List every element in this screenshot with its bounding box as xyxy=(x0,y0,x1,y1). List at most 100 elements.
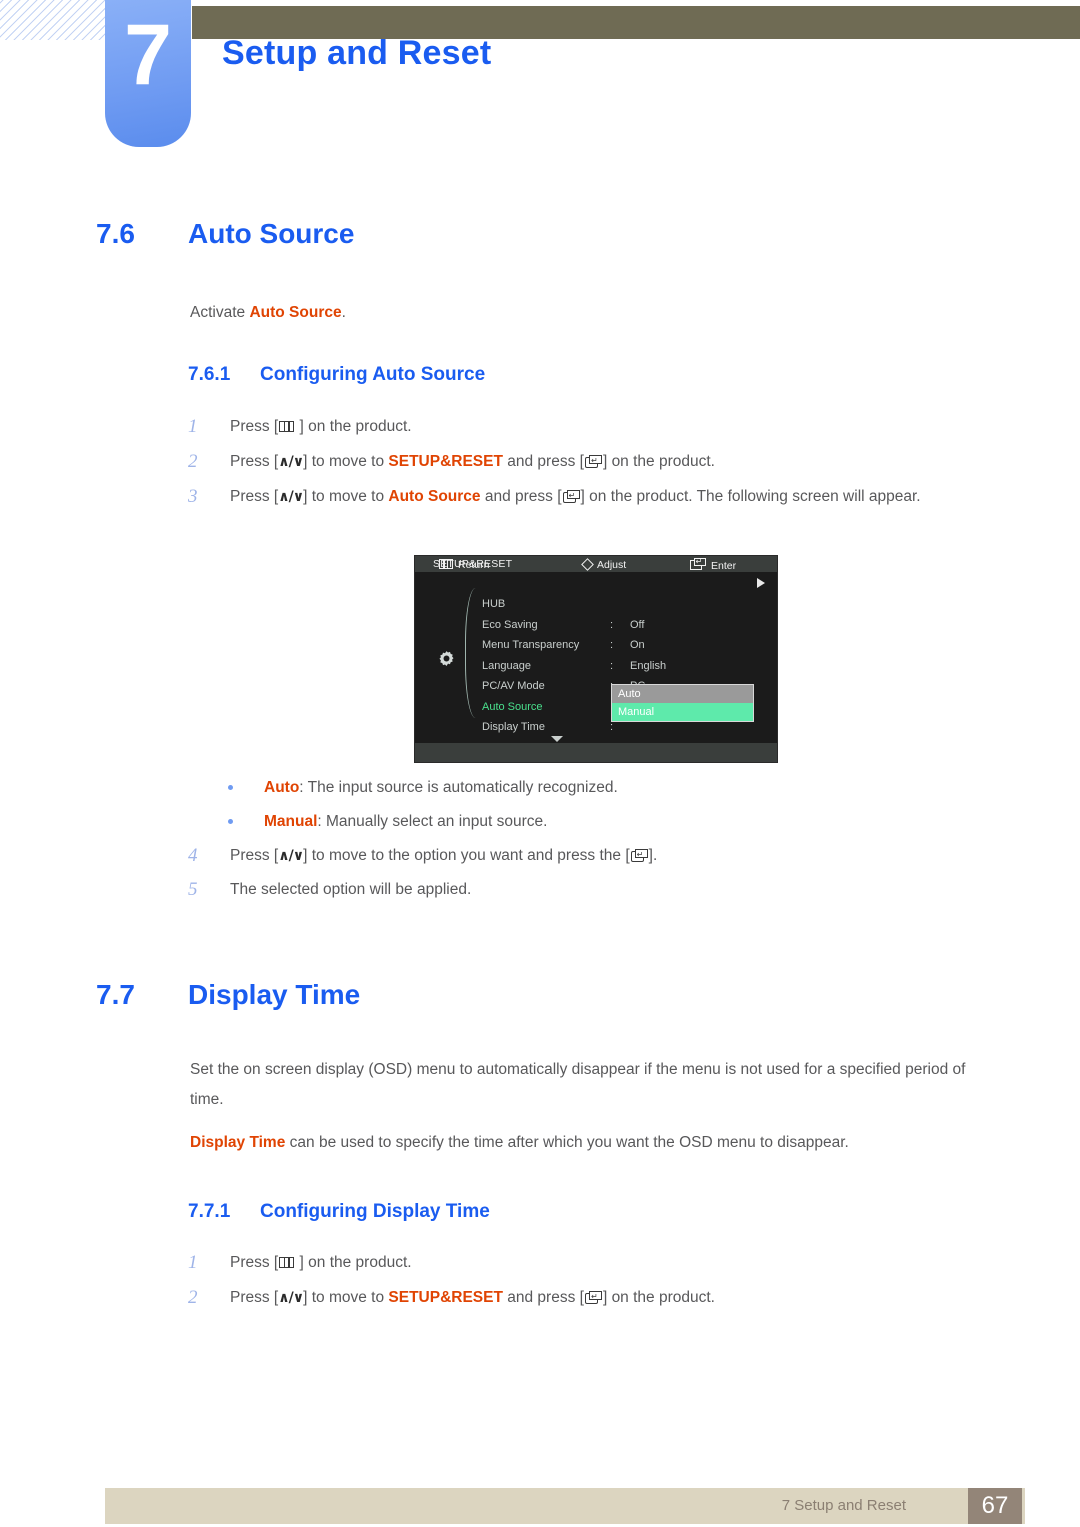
scroll-down-arrow-icon xyxy=(551,736,563,742)
step-number: 2 xyxy=(188,1287,198,1308)
list-item: Auto: The input source is automatically … xyxy=(228,774,618,802)
subsection-number: 7.6.1 xyxy=(188,364,231,385)
bullet-dot-icon xyxy=(228,785,233,790)
step-highlight: SETUP&RESET xyxy=(388,1289,503,1306)
display-time-paragraph-2: Display Time can be used to specify the … xyxy=(190,1128,1010,1158)
auto-source-intro: Activate Auto Source. xyxy=(190,298,346,328)
gear-icon xyxy=(438,650,455,667)
osd-row-value: Off xyxy=(630,618,645,631)
diamond-icon xyxy=(581,558,594,574)
enter-icon: ↵ xyxy=(690,557,706,575)
osd-row-label: Auto Source xyxy=(482,700,543,713)
osd-menu-row[interactable]: Language: English xyxy=(482,656,772,677)
step-text: Press [∧/∨] to move to Auto Source and p… xyxy=(230,482,978,512)
osd-row-colon: : xyxy=(610,618,614,631)
paragraph-highlight: Display Time xyxy=(190,1134,286,1151)
osd-menu-row[interactable]: HUB xyxy=(482,594,772,615)
osd-adjust-hint: Adjust xyxy=(581,558,627,574)
osd-dropdown-option[interactable]: Manual xyxy=(612,703,753,721)
enter-key-icon: ↵ xyxy=(584,1291,602,1304)
osd-row-label: HUB xyxy=(482,598,506,610)
step-number: 5 xyxy=(188,879,198,900)
step-text: Press [ ] on the product. xyxy=(230,418,412,435)
page-number: 67 xyxy=(968,1488,1022,1524)
menu-bars-icon xyxy=(439,559,453,574)
osd-adjust-label: Adjust xyxy=(597,559,627,571)
enter-key-icon: ↵ xyxy=(584,455,602,468)
section-title: Display Time xyxy=(188,979,361,1010)
osd-row-value: On xyxy=(630,639,645,651)
subsection-heading-configuring-display-time: 7.7.1 Configuring Display Time xyxy=(188,1201,490,1223)
osd-row-label: PC/AV Mode xyxy=(482,680,545,692)
bullet-text: Auto: The input source is automatically … xyxy=(264,779,618,796)
enter-key-icon: ↵ xyxy=(630,849,648,862)
section-title: Auto Source xyxy=(188,218,355,249)
osd-screenshot: SETUP&RESET HUB Eco Saving: Off Menu Transp… xyxy=(414,555,778,763)
osd-dropdown[interactable]: Auto Manual xyxy=(611,684,754,722)
display-time-paragraph-1: Set the on screen display (OSD) menu to … xyxy=(190,1061,966,1108)
step-item: 1 Press [ ] on the product. xyxy=(188,1248,988,1278)
chapter-tab: 7 xyxy=(105,0,191,147)
up-down-key-icon: ∧/∨ xyxy=(278,848,304,864)
osd-row-colon: : xyxy=(610,639,614,651)
osd-row-colon: : xyxy=(610,659,614,672)
intro-prefix: Activate xyxy=(190,304,250,321)
osd-bottom-bar xyxy=(415,743,777,762)
osd-menu-row[interactable]: Eco Saving: Off xyxy=(482,615,772,636)
page-footer: 7 Setup and Reset 67 xyxy=(105,1488,1025,1524)
step-number: 1 xyxy=(188,1252,198,1273)
osd-return-label: Return xyxy=(458,559,490,571)
step-item: 5 The selected option will be applied. xyxy=(188,875,988,905)
footer-chapter-label: 7 Setup and Reset xyxy=(781,1497,906,1514)
step-highlight: SETUP&RESET xyxy=(388,453,503,470)
bullet-dot-icon xyxy=(228,819,233,824)
step-number: 4 xyxy=(188,845,198,866)
section-number: 7.7 xyxy=(96,979,135,1010)
step-text: The selected option will be applied. xyxy=(230,881,472,898)
osd-enter-hint: ↵ Enter xyxy=(690,557,737,575)
osd-row-label: Eco Saving xyxy=(482,618,538,631)
subsection-title: Configuring Display Time xyxy=(260,1201,490,1222)
intro-highlight: Auto Source xyxy=(249,304,342,321)
step-text: Press [∧/∨] to move to the option you wa… xyxy=(230,841,988,871)
menu-key-icon xyxy=(279,1257,295,1268)
hatch-decoration xyxy=(0,0,108,40)
enter-key-icon: ↵ xyxy=(562,490,580,503)
chapter-title: Setup and Reset xyxy=(222,34,492,72)
step-item: 1 Press [ ] on the product. xyxy=(188,412,988,442)
bullet-term: Auto xyxy=(264,779,300,796)
osd-row-label: Menu Transparency xyxy=(482,639,580,651)
menu-key-icon xyxy=(279,421,295,432)
step-item: 2 Press [∧/∨] to move to SETUP&RESET and… xyxy=(188,1283,988,1313)
osd-row-value: English xyxy=(630,659,667,672)
osd-menu-row[interactable]: Menu Transparency: On xyxy=(482,635,772,656)
step-item: 3 Press [∧/∨] to move to Auto Source and… xyxy=(188,482,978,512)
step-number: 2 xyxy=(188,451,198,472)
step-number: 3 xyxy=(188,486,198,507)
bullet-term: Manual xyxy=(264,813,318,830)
step-number: 1 xyxy=(188,416,198,437)
intro-suffix: . xyxy=(341,304,346,321)
page-header: 7 Setup and Reset xyxy=(0,0,1080,150)
paragraph-rest: can be used to specify the time after wh… xyxy=(285,1134,849,1151)
step-highlight: Auto Source xyxy=(388,488,481,505)
osd-row-label: Language xyxy=(482,659,531,672)
step-item: 2 Press [∧/∨] to move to SETUP&RESET and… xyxy=(188,447,988,477)
osd-enter-label: Enter xyxy=(711,560,737,572)
step-text: Press [ ] on the product. xyxy=(230,1254,412,1271)
subsection-number: 7.7.1 xyxy=(188,1201,231,1222)
osd-return-hint: Return xyxy=(439,558,490,574)
section-number: 7.6 xyxy=(96,218,135,249)
up-down-key-icon: ∧/∨ xyxy=(278,454,304,470)
up-down-key-icon: ∧/∨ xyxy=(278,489,304,505)
chapter-number: 7 xyxy=(124,7,172,103)
list-item: Manual: Manually select an input source. xyxy=(228,808,547,836)
subsection-heading-configuring-auto-source: 7.6.1 Configuring Auto Source xyxy=(188,364,485,386)
osd-dropdown-option[interactable]: Auto xyxy=(612,685,753,703)
osd-row-label: Display Time xyxy=(482,721,545,733)
bullet-text: Manual: Manually select an input source. xyxy=(264,813,548,830)
step-text: Press [∧/∨] to move to SETUP&RESET and p… xyxy=(230,447,988,477)
step-item: 4 Press [∧/∨] to move to the option you … xyxy=(188,841,988,871)
subsection-title: Configuring Auto Source xyxy=(260,364,486,385)
right-arrow-icon xyxy=(757,578,765,588)
